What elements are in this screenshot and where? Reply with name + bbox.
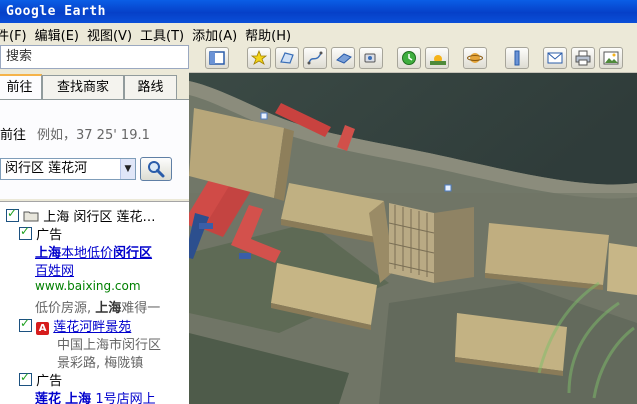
ad-label: 广告 [36,228,63,243]
record-tour-icon [364,53,376,63]
place-name[interactable]: 莲花河畔景苑 [53,320,131,335]
print-button[interactable] [571,47,595,69]
sidebar-toggle-icon [209,51,225,65]
sunlight-button[interactable] [425,47,449,69]
print-icon [575,50,591,66]
menu-bar: 件(F) 编辑(E) 视图(V) 工具(T) 添加(A) 帮助(H) [0,23,637,45]
save-image-icon [603,51,619,65]
tab-goto[interactable]: 前往 [0,74,42,100]
ruler-icon [514,50,520,66]
sidebar-toggle-button[interactable] [205,47,229,69]
search-results: 上海 闵行区 莲花… 广告 上海本地低价闵行区 百姓网 www.baixing.… [0,201,189,404]
search-icon [148,161,165,178]
goto-label: 前往 [0,128,27,143]
placemark-icon [251,50,267,65]
email-icon [547,52,563,64]
historical-imagery-icon [402,51,416,65]
ad-url: www.baixing.com [35,279,141,293]
add-path-button[interactable] [303,47,327,69]
checkbox[interactable] [6,206,19,222]
planets-icon [467,53,483,63]
image-overlay-icon [336,53,352,64]
search-tabs: 前往 查找商家 路线 [0,74,189,100]
checkbox[interactable] [19,316,32,332]
search-panel: 搜索 前往 查找商家 路线 前往 例如，37 25' 19.1 闵行区 莲花河 … [0,45,189,404]
checkbox[interactable] [19,224,32,240]
menu-tools[interactable]: 工具(T) [140,25,192,44]
location-input-value: 闵行区 莲花河 [5,161,88,176]
path-icon [307,51,323,65]
place-address-1: 中国上海市闵行区 [57,338,162,353]
planets-button[interactable] [463,47,487,69]
location-input[interactable]: 闵行区 莲花河 ▼ [0,158,136,180]
add-polygon-button[interactable] [275,47,299,69]
place-address-2: 景彩路, 梅陇镇 [57,356,144,371]
ad-label-2: 广告 [36,374,63,389]
record-tour-button[interactable] [359,47,383,69]
search-button[interactable] [140,157,172,181]
results-root-label: 上海 闵行区 莲花… [43,210,156,225]
toolbar [189,45,637,73]
menu-file[interactable]: 件(F) [0,25,35,44]
tab-directions[interactable]: 路线 [124,75,177,99]
sunlight-icon [430,55,446,65]
goto-tab-body: 前往 例如，37 25' 19.1 闵行区 莲花河 ▼ [0,99,189,199]
folder-icon [23,211,39,222]
ad-title-line2[interactable]: 百姓网 [35,260,74,279]
placemark-a-icon: A [36,322,50,335]
place-result[interactable]: A 莲花河畔景苑 [19,316,131,335]
chevron-down-icon[interactable]: ▼ [120,159,135,179]
goto-example-hint: 例如，37 25' 19.1 [37,128,150,143]
map-view[interactable] [189,73,637,404]
historical-imagery-button[interactable] [397,47,421,69]
search-panel-header[interactable]: 搜索 [0,45,189,69]
tab-find-business[interactable]: 查找商家 [42,75,124,99]
window-title: Google Earth [0,0,637,23]
email-button[interactable] [543,47,567,69]
menu-help[interactable]: 帮助(H) [245,25,299,44]
menu-edit[interactable]: 编辑(E) [35,25,87,44]
checkbox[interactable] [19,370,32,386]
menu-view[interactable]: 视图(V) [87,25,140,44]
add-placemark-button[interactable] [247,47,271,69]
ruler-button[interactable] [505,47,529,69]
polygon-icon [280,52,294,64]
save-image-button[interactable] [599,47,623,69]
ad-title[interactable]: 上海本地低价闵行区 [35,242,152,261]
ad-header-2: 广告 [19,370,62,389]
satellite-imagery [189,73,637,404]
add-image-overlay-button[interactable] [331,47,355,69]
ad-description: 低价房源, 上海难得一 [35,301,161,316]
ad-header: 广告 [19,224,62,243]
menu-add[interactable]: 添加(A) [192,25,245,44]
results-root[interactable]: 上海 闵行区 莲花… [6,206,156,225]
ad-title-2[interactable]: 莲花 上海 1号店网上 [35,388,156,404]
